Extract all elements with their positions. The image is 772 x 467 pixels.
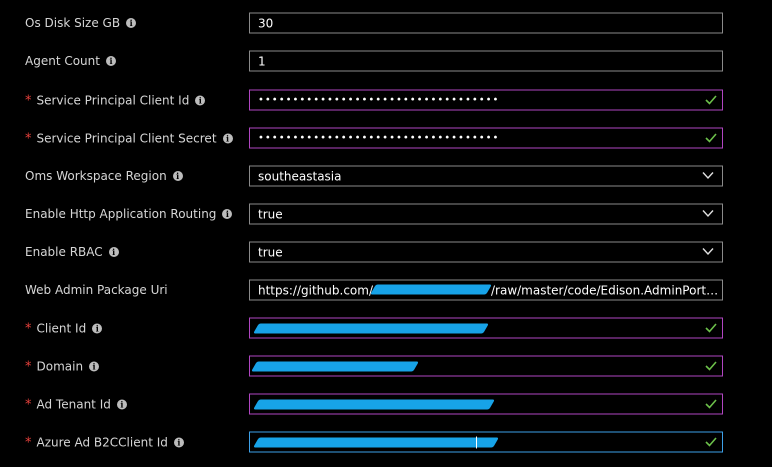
info-icon[interactable]: i <box>89 361 100 371</box>
web-admin-uri-input[interactable]: https://github.com//raw/master/code/Edis… <box>249 279 723 301</box>
info-icon[interactable]: i <box>222 133 233 143</box>
info-icon[interactable]: i <box>108 247 119 257</box>
redaction-mark <box>253 437 499 448</box>
oms-region-select[interactable]: southeastasia <box>249 165 723 187</box>
redacted-segment <box>370 284 492 294</box>
redaction-mark <box>370 284 492 294</box>
required-marker: * <box>25 397 32 413</box>
redaction-mark <box>251 361 419 372</box>
sp-client-secret-label: * Service Principal Client Secret i <box>25 131 233 147</box>
row-os-disk-size: Os Disk Size GB i 30 <box>0 4 772 42</box>
required-marker: * <box>25 131 32 147</box>
info-icon[interactable]: i <box>116 399 127 409</box>
text-caret <box>476 436 477 449</box>
chevron-down-icon <box>702 172 714 180</box>
redaction-mark <box>253 399 495 410</box>
row-oms-region: Oms Workspace Region i southeastasia <box>0 157 772 195</box>
enable-rbac-label: Enable RBAC i <box>25 245 119 259</box>
row-sp-client-id: * Service Principal Client Id i ••••••••… <box>0 81 772 119</box>
row-web-admin-uri: Web Admin Package Uri https://github.com… <box>0 271 772 309</box>
checkmark-icon <box>705 399 717 409</box>
http-routing-select[interactable]: true <box>249 203 723 225</box>
sp-client-secret-input[interactable]: ••••••••••••••••••••••••••••••••••• <box>249 127 723 149</box>
client-id-label: * Client Id i <box>25 321 103 337</box>
azure-ad-b2c-client-id-label: * Azure Ad B2CClient Id i <box>25 435 184 451</box>
checkmark-icon <box>705 437 717 447</box>
checkmark-icon <box>705 323 717 333</box>
parameters-form: Os Disk Size GB i 30 Agent Count i 1 * S… <box>0 0 772 467</box>
required-marker: * <box>25 359 32 375</box>
row-ad-tenant-id: * Ad Tenant Id i <box>0 385 772 423</box>
chevron-down-icon <box>702 248 714 256</box>
row-http-routing: Enable Http Application Routing i true <box>0 195 772 233</box>
azure-ad-b2c-client-id-input[interactable] <box>249 431 723 453</box>
web-admin-uri-label: Web Admin Package Uri <box>25 283 168 297</box>
info-icon[interactable]: i <box>222 209 233 219</box>
enable-rbac-select[interactable]: true <box>249 241 723 263</box>
redaction-mark <box>253 323 489 334</box>
oms-region-label: Oms Workspace Region i <box>25 169 183 183</box>
row-sp-client-secret: * Service Principal Client Secret i ••••… <box>0 119 772 157</box>
info-icon[interactable]: i <box>173 437 184 447</box>
os-disk-size-label: Os Disk Size GB i <box>25 16 137 30</box>
chevron-down-icon <box>702 210 714 218</box>
row-azure-ad-b2c-client-id: * Azure Ad B2CClient Id i <box>0 423 772 461</box>
required-marker: * <box>25 93 32 109</box>
sp-client-id-input[interactable]: ••••••••••••••••••••••••••••••••••• <box>249 89 723 111</box>
checkmark-icon <box>705 133 717 143</box>
checkmark-icon <box>705 95 717 105</box>
row-agent-count: Agent Count i 1 <box>0 42 772 80</box>
info-icon[interactable]: i <box>195 95 206 105</box>
ad-tenant-id-label: * Ad Tenant Id i <box>25 397 127 413</box>
row-domain: * Domain i <box>0 347 772 385</box>
http-routing-label: Enable Http Application Routing i <box>25 207 233 221</box>
row-client-id: * Client Id i <box>0 309 772 347</box>
required-marker: * <box>25 321 32 337</box>
info-icon[interactable]: i <box>105 56 116 66</box>
info-icon[interactable]: i <box>172 171 183 181</box>
agent-count-input[interactable]: 1 <box>249 50 723 72</box>
domain-input[interactable] <box>249 355 723 377</box>
info-icon[interactable]: i <box>92 323 103 333</box>
ad-tenant-id-input[interactable] <box>249 393 723 415</box>
required-marker: * <box>25 435 32 451</box>
agent-count-label: Agent Count i <box>25 54 116 68</box>
os-disk-size-input[interactable]: 30 <box>249 12 723 34</box>
client-id-input[interactable] <box>249 317 723 339</box>
info-icon[interactable]: i <box>126 18 137 28</box>
row-enable-rbac: Enable RBAC i true <box>0 233 772 271</box>
sp-client-id-label: * Service Principal Client Id i <box>25 93 206 109</box>
domain-label: * Domain i <box>25 359 100 375</box>
checkmark-icon <box>705 361 717 371</box>
